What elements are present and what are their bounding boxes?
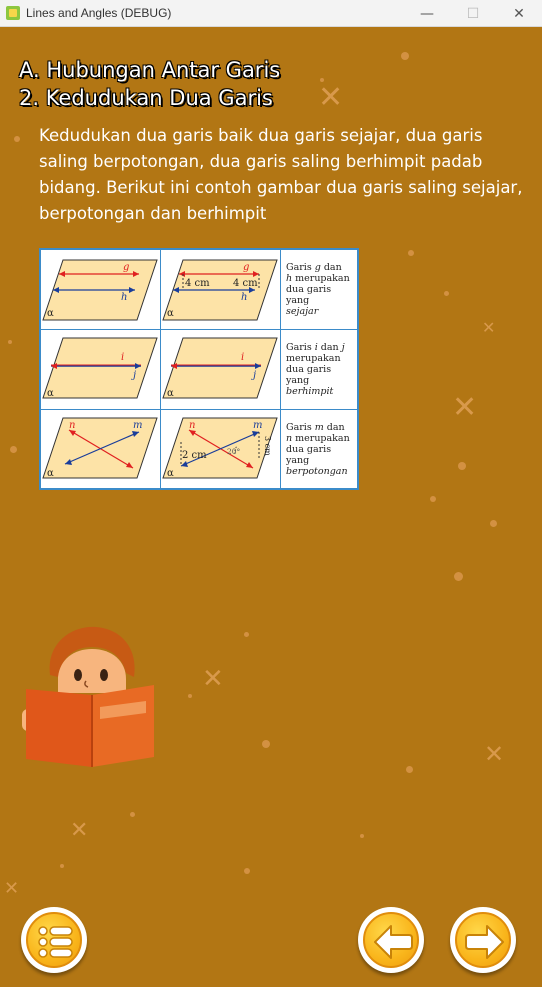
lesson-paragraph: Kedudukan dua garis baik dua garis sejaj…: [39, 126, 523, 223]
menu-button[interactable]: [21, 907, 87, 973]
desc-var: j: [341, 342, 345, 353]
desc-text: dua garis yang: [286, 364, 332, 386]
distance-label-left: 4 cm: [185, 278, 210, 289]
line-label-g: g: [123, 262, 129, 273]
minimize-button[interactable]: —: [404, 0, 450, 27]
desc-var: m: [314, 422, 324, 433]
desc-relation: berpotongan: [286, 466, 348, 477]
figure-desc-parallel: Garis g dan h merupakan dua garis yang s…: [281, 250, 357, 330]
desc-text: Garis: [286, 342, 315, 353]
desc-relation: sejajar: [286, 306, 319, 317]
plane-label: α: [167, 388, 174, 399]
line-label-n: n: [189, 420, 195, 431]
previous-button[interactable]: [358, 907, 424, 973]
figure-cell-coincide-b: i j α: [161, 330, 281, 410]
figure-desc-coincide: Garis i dan j merupakan dua garis yang b…: [281, 330, 357, 410]
plane-label: α: [47, 468, 54, 479]
desc-text: dua garis yang: [286, 444, 332, 466]
desc-text: merupakan: [292, 273, 350, 284]
plane-diagram-distance: 4 cm 4 cm g h α: [162, 259, 278, 321]
figure-cell-intersect-a: n m α: [41, 410, 161, 488]
line-label-g: g: [243, 262, 249, 273]
section-heading: A. Hubungan Antar Garis: [19, 58, 281, 82]
subsection-heading: 2. Kedudukan Dua Garis: [19, 86, 273, 110]
window-titlebar: Lines and Angles (DEBUG) — ☐ ✕: [0, 0, 542, 27]
line-label-h: h: [121, 292, 127, 303]
desc-text: merupakan: [286, 353, 341, 364]
line-label-h: h: [241, 292, 247, 303]
line-label-m: m: [253, 420, 262, 431]
lines-figure-table: g h α 4 cm 4 cm g h α Garis g dan h meru…: [39, 248, 359, 490]
lesson-stage: ✕ ✕ ✕ ✕ ✕ ✕ ✕ A. Hubungan Antar Garis 2.…: [0, 28, 542, 987]
figure-cell-intersect-b: 2 cm 20° 3 cm n m α: [161, 410, 281, 488]
plane-label: α: [47, 308, 54, 319]
figure-cell-coincide-a: i j α: [41, 330, 161, 410]
maximize-button[interactable]: ☐: [450, 0, 496, 27]
next-button[interactable]: [450, 907, 516, 973]
desc-text: dan: [320, 262, 342, 273]
plane-diagram: n m α: [42, 417, 158, 479]
plane-diagram-angle: 2 cm 20° 3 cm n m α: [162, 417, 278, 479]
close-button[interactable]: ✕: [496, 0, 542, 27]
desc-text: dan: [323, 422, 345, 433]
window-title: Lines and Angles (DEBUG): [26, 6, 172, 20]
distance-label-right: 4 cm: [233, 278, 258, 289]
arrow-right-icon: [465, 925, 504, 959]
plane-label: α: [47, 388, 54, 399]
plane-diagram: i j α: [162, 337, 278, 399]
reading-kid-illustration: [22, 626, 154, 767]
desc-text: dan: [317, 342, 342, 353]
plane-label: α: [167, 468, 174, 479]
desc-text: Garis: [286, 262, 315, 273]
line-label-i: i: [121, 352, 124, 363]
figure-desc-intersect: Garis m dan n merupakan dua garis yang b…: [281, 410, 357, 488]
desc-text: merupakan: [292, 433, 350, 444]
line-label-m: m: [133, 420, 142, 431]
plane-label: α: [167, 308, 174, 319]
desc-relation: berhimpit: [286, 386, 334, 397]
desc-text: dua garis yang: [286, 284, 332, 306]
plane-diagram: i j α: [42, 337, 158, 399]
menu-icon: [38, 926, 73, 958]
desc-text: Garis: [286, 422, 315, 433]
figure-cell-parallel-a: g h α: [41, 250, 161, 330]
plane-diagram: g h α: [42, 259, 158, 321]
arrow-left-icon: [374, 925, 413, 959]
app-icon: [6, 6, 20, 20]
line-label-i: i: [241, 352, 244, 363]
figure-cell-parallel-b: 4 cm 4 cm g h α: [161, 250, 281, 330]
line-label-n: n: [69, 420, 75, 431]
distance-label-right: 3 cm: [263, 436, 272, 456]
angle-label: 20°: [227, 447, 241, 456]
distance-label-left: 2 cm: [182, 450, 207, 461]
